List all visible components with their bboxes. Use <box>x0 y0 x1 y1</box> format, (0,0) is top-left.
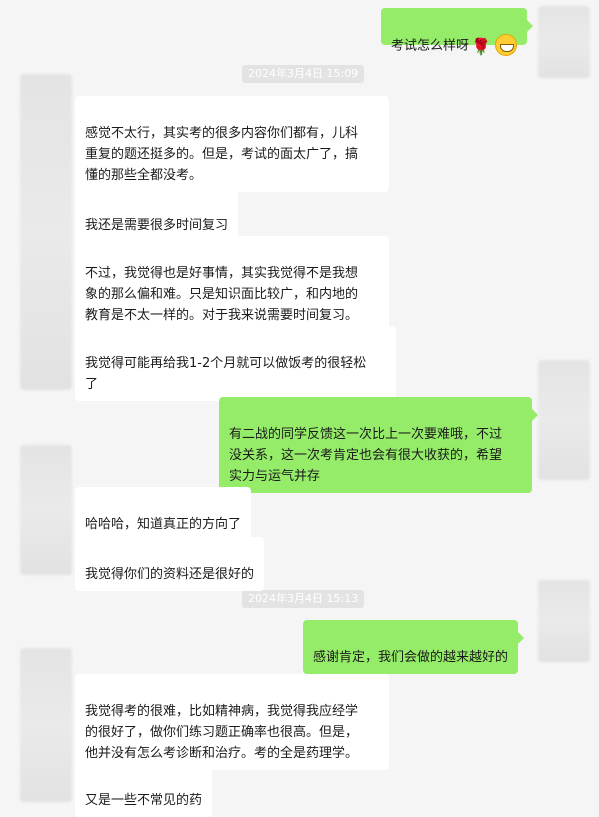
message-bubble-received[interactable]: 我觉得可能再给我1-2个月就可以做饭考的很轻松 了 <box>75 326 396 401</box>
message-bubble-received[interactable]: 我觉得考的很难，比如精神病，我觉得我应经学 的很好了，做你们练习题正确率也很高。… <box>75 674 389 770</box>
avatar[interactable] <box>20 445 72 575</box>
avatar[interactable] <box>20 74 72 390</box>
message-text: 我觉得可能再给我1-2个月就可以做饭考的很轻松 了 <box>85 356 367 392</box>
message-bubble-received[interactable]: 哈哈哈，知道真正的方向了 <box>75 487 252 541</box>
avatar[interactable] <box>538 360 590 480</box>
timestamp: 2024年3月4日 15:09 <box>242 65 365 83</box>
message-text: 我觉得考的很难，比如精神病，我觉得我应经学 的很好了，做你们练习题正确率也很高。… <box>85 704 359 761</box>
message-text: 我觉得你们的资料还是很好的 <box>85 567 255 582</box>
message-text: 有二战的同学反馈这一次比上一次要难哦，不过 没关系，这一次考肯定也会有很大收获的… <box>229 427 503 484</box>
message-text: 感觉不太行，其实考的很多内容你们都有，儿科 重复的题还挺多的。但是，考试的面太广… <box>85 126 359 183</box>
message-text: 又是一些不常见的药 <box>85 793 203 808</box>
message-bubble-received[interactable]: 我觉得你们的资料还是很好的 <box>75 537 265 591</box>
message-bubble-received[interactable]: 不过，我觉得也是好事情，其实我觉得不是我想 象的那么偏和难。只是知识面比较广，和… <box>75 236 389 332</box>
message-bubble-sent[interactable]: 考试怎么样呀 🌹 <box>381 8 533 56</box>
avatar[interactable] <box>538 580 590 662</box>
rose-emoji-icon: 🌹 <box>471 36 491 56</box>
message-bubble-received[interactable]: 又是一些不常见的药 <box>75 763 213 817</box>
avatar[interactable] <box>20 648 72 802</box>
message-text: 哈哈哈，知道真正的方向了 <box>85 517 242 532</box>
message-bubble-received[interactable]: 感觉不太行，其实考的很多内容你们都有，儿科 重复的题还挺多的。但是，考试的面太广… <box>75 96 389 192</box>
message-text: 感谢肯定，我们会做的越来越好的 <box>313 650 509 665</box>
message-bubble-received[interactable]: 我还是需要很多时间复习 <box>75 188 239 242</box>
message-text: 考试怎么样呀 <box>391 38 470 54</box>
message-bubble-sent[interactable]: 有二战的同学反馈这一次比上一次要难哦，不过 没关系，这一次考肯定也会有很大收获的… <box>219 397 538 493</box>
avatar[interactable] <box>538 6 590 78</box>
message-text: 不过，我觉得也是好事情，其实我觉得不是我想 象的那么偏和难。只是知识面比较广，和… <box>85 266 359 323</box>
timestamp: 2024年3月4日 15:13 <box>242 590 365 608</box>
message-bubble-sent[interactable]: 感谢肯定，我们会做的越来越好的 <box>303 620 525 674</box>
message-text: 我还是需要很多时间复习 <box>85 218 229 233</box>
grin-emoji-icon <box>494 34 517 56</box>
